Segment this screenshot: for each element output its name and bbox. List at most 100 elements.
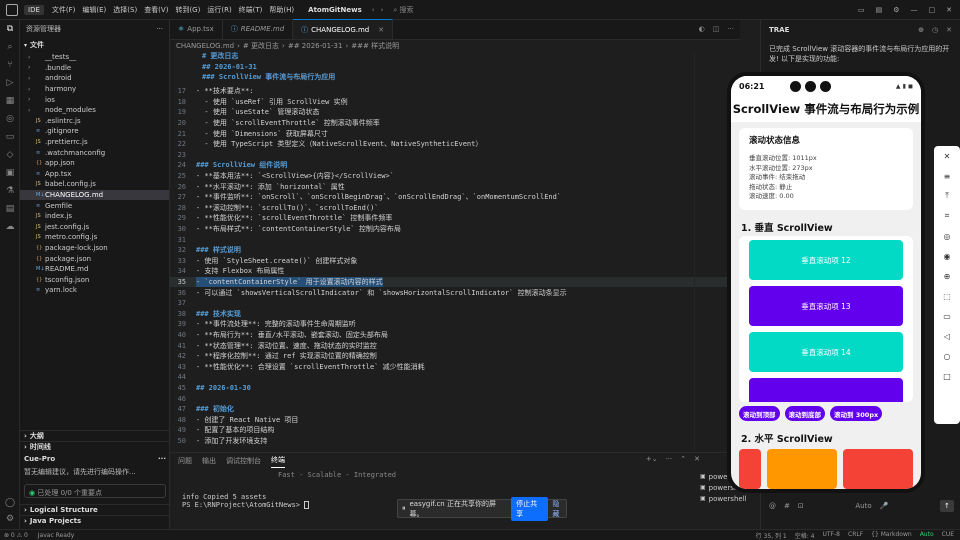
file-tree-item[interactable]: ≡ .watchmanconfig <box>20 147 169 158</box>
vertical-scroll-item[interactable] <box>749 378 903 402</box>
breadcrumb-item[interactable]: ### 样式说明 <box>351 41 399 51</box>
git-icon[interactable]: ◇ <box>0 146 20 164</box>
panel-more-icon[interactable]: ··· <box>666 455 673 463</box>
panel-tab[interactable]: 调试控制台 <box>226 456 261 466</box>
file-tree-item[interactable]: {} app.json <box>20 158 169 169</box>
sticky-header[interactable]: ## 2026-01-31 <box>170 61 740 73</box>
code-line[interactable]: 24 ### ScrollView 组件说明 <box>170 160 740 171</box>
emulator-tool-icon[interactable]: ◉ <box>944 246 951 266</box>
breadcrumb-item[interactable]: ## 2026-01-31 <box>288 42 343 50</box>
grid-icon[interactable]: ▣ <box>0 164 20 182</box>
code-line[interactable]: 30 - **布局样式**: `contentContainerStyle` 控制… <box>170 224 740 235</box>
file-tree-item[interactable]: JS jest.config.js <box>20 222 169 233</box>
more-actions-icon[interactable]: ··· <box>156 25 163 33</box>
code-line[interactable]: 35 - `contentContainerStyle` 用于设置滚动内容的样式 <box>170 276 740 288</box>
hash-icon[interactable]: # <box>784 502 790 510</box>
status-item[interactable]: UTF-8 <box>823 531 841 540</box>
horizontal-scroll-item[interactable] <box>767 449 837 489</box>
menu-item[interactable]: 终端(T) <box>239 5 263 15</box>
code-line[interactable]: 23 <box>170 150 740 161</box>
scroll-button[interactable]: 滚动到 300px <box>830 406 883 421</box>
code-line[interactable]: 49 - 配置了基本的项目结构 <box>170 425 740 436</box>
panel-tab[interactable]: 终端 <box>271 455 285 468</box>
file-tree-item[interactable]: › node_modules <box>20 105 169 116</box>
extensions-icon[interactable]: ▦ <box>0 92 20 110</box>
horizontal-scroll-item[interactable] <box>739 449 761 489</box>
file-tree-item[interactable]: ≡ Gemfile <box>20 200 169 211</box>
file-tree-item[interactable]: ≡ .gitignore <box>20 126 169 137</box>
code-line[interactable]: 46 <box>170 393 740 404</box>
emulator-tool-icon[interactable]: ⌗ <box>945 206 950 226</box>
file-tree-item[interactable]: JS metro.config.js <box>20 232 169 243</box>
remote-icon[interactable]: ◎ <box>0 110 20 128</box>
file-tree-item[interactable]: ≡ yarn.lock <box>20 285 169 296</box>
code-line[interactable]: 43 - **性能优化**: 合理设置 `scrollEventThrottle`… <box>170 361 740 372</box>
code-line[interactable]: 31 <box>170 234 740 245</box>
code-line[interactable]: 38 ### 技术实现 <box>170 308 740 319</box>
java-projects-section[interactable]: › Java Projects <box>20 515 170 526</box>
docker-icon[interactable]: ▤ <box>0 200 20 218</box>
emulator-tool-icon[interactable]: ◁ <box>944 326 950 346</box>
code-line[interactable]: 48 - 创建了 React Native 项目 <box>170 414 740 425</box>
history-icon[interactable]: ◷ <box>932 26 938 34</box>
mic-icon[interactable]: 🎤 <box>880 502 889 510</box>
menu-item[interactable]: 查看(V) <box>144 5 168 15</box>
maximize-icon[interactable]: □ <box>929 6 936 14</box>
scroll-button[interactable]: 滚动到顶部 <box>739 406 780 421</box>
emulator-tool-icon[interactable]: ✕ <box>944 146 951 166</box>
emulator-tool-icon[interactable]: ▭ <box>943 306 951 326</box>
new-terminal-icon[interactable]: +⌄ <box>646 455 658 463</box>
hide-button[interactable]: 隐藏 <box>552 499 566 519</box>
file-tree-item[interactable]: {} package-lock.json <box>20 243 169 254</box>
status-item[interactable]: CRLF <box>848 531 863 540</box>
panel-toggle-icon[interactable]: ▤ <box>876 6 883 14</box>
close-icon[interactable]: ✕ <box>946 6 952 14</box>
emulator-tool-icon[interactable]: ⊕ <box>944 266 951 286</box>
status-item[interactable]: 行 35, 列 1 <box>756 531 787 540</box>
run-debug-icon[interactable]: ▷ <box>0 74 20 92</box>
sticky-header[interactable]: # 更改日志 <box>170 51 740 62</box>
tab-close-icon[interactable]: ✕ <box>378 26 384 34</box>
maximize-panel-icon[interactable]: ⌃ <box>680 455 686 463</box>
settings-icon[interactable]: ⚙ <box>893 6 899 14</box>
menu-item[interactable]: 运行(R) <box>207 5 231 15</box>
layout-icon[interactable]: ▭ <box>858 6 865 14</box>
close-panel-icon[interactable]: ✕ <box>694 455 700 463</box>
timeline-section[interactable]: › 时间线 <box>20 441 170 452</box>
status-item[interactable]: Javac Ready <box>38 532 75 539</box>
menu-item[interactable]: 帮助(H) <box>269 5 294 15</box>
logical-structure-section[interactable]: › Logical Structure <box>20 504 170 515</box>
explorer-icon[interactable]: ⧉ <box>0 20 20 38</box>
code-line[interactable]: 29 - **性能优化**: `scrollEventThrottle` 控制事件… <box>170 213 740 224</box>
horizontal-scrollview[interactable] <box>739 449 921 489</box>
file-tree-item[interactable]: JS .eslintrc.js <box>20 116 169 127</box>
split-editor-icon[interactable]: ◫ <box>713 25 720 33</box>
file-tree-item[interactable]: {} package.json <box>20 253 169 264</box>
code-line[interactable]: 27 - **事件监听**: `onScroll`、`onScrollBeginD… <box>170 192 740 203</box>
emulator-tool-icon[interactable]: ◎ <box>944 226 951 246</box>
emulator-tool-icon[interactable]: ≡ <box>944 166 951 186</box>
panel-tab[interactable]: 输出 <box>202 456 216 466</box>
file-tree-item[interactable]: › __tests__ <box>20 52 169 63</box>
file-tree-item[interactable]: {} tsconfig.json <box>20 274 169 285</box>
emulator-tool-icon[interactable]: ○ <box>944 346 951 366</box>
code-line[interactable]: 40 - **布局行为**: 垂直/水平滚动、嵌套滚动、固定头部布局 <box>170 330 740 341</box>
code-line[interactable]: 34 - 支持 Flexbox 布局属性 <box>170 266 740 277</box>
code-line[interactable]: 33 - 使用 `StyleSheet.create()` 创建样式对象 <box>170 256 740 267</box>
minimize-icon[interactable]: — <box>911 6 918 14</box>
code-line[interactable]: 37 <box>170 298 740 309</box>
source-control-icon[interactable]: ⑂ <box>0 56 20 74</box>
sticky-header[interactable]: ### ScrollView 事件流与布局行为应用 <box>170 72 740 83</box>
code-line[interactable]: 44 <box>170 372 740 383</box>
vertical-scroll-item[interactable]: 垂直滚动项 13 <box>749 286 903 326</box>
menu-item[interactable]: 选择(S) <box>113 5 137 15</box>
status-item[interactable]: ⊗ 0 ⚠ 0 <box>4 532 28 539</box>
code-line[interactable]: 19 - 使用 `useState` 管理滚动状态 <box>170 107 740 118</box>
cloud-icon[interactable]: ☁ <box>0 218 20 236</box>
image-icon[interactable]: ⊡ <box>798 502 804 510</box>
code-line[interactable]: 21 - 使用 `Dimensions` 获取屏幕尺寸 <box>170 128 740 139</box>
search-icon[interactable]: ⌕ <box>0 38 20 56</box>
search-box[interactable]: ⌕ 搜索 <box>393 5 413 15</box>
file-tree-item[interactable]: › .bundle <box>20 63 169 74</box>
status-item[interactable]: 空格: 4 <box>795 531 815 540</box>
